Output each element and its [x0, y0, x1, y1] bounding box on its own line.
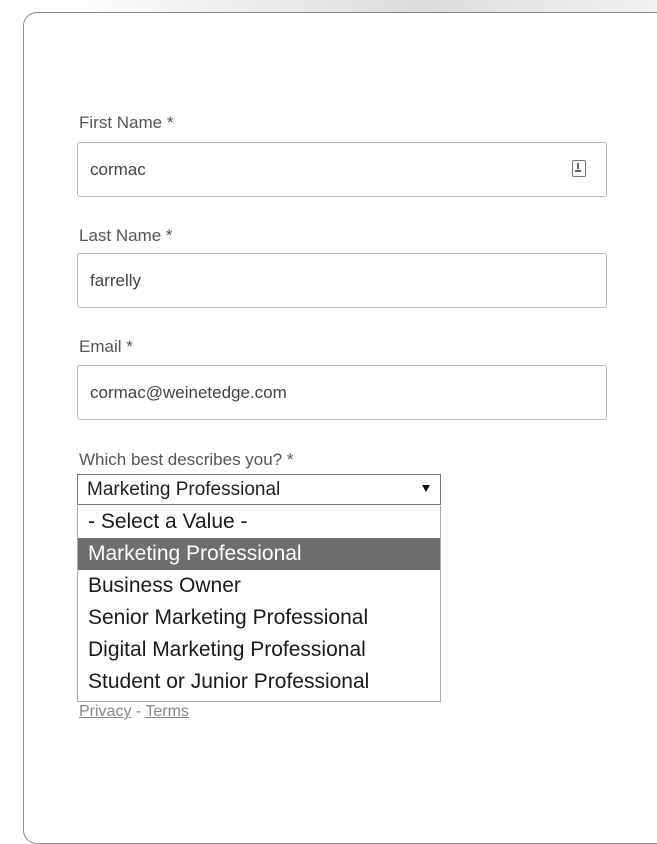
role-selected-value: Marketing Professional [87, 479, 281, 500]
dropdown-option[interactable]: Student or Junior Professional [78, 666, 440, 698]
email-label: Email * [79, 337, 133, 356]
dropdown-option-highlighted[interactable]: Marketing Professional [78, 538, 440, 570]
footer-links: Privacy - Terms [79, 703, 189, 721]
first-name-value: cormac [90, 160, 146, 179]
footer-separator: - [131, 703, 146, 720]
last-name-value: farrelly [90, 271, 142, 290]
dropdown-option[interactable]: Business Owner [78, 570, 440, 602]
last-name-field[interactable]: farrelly [77, 253, 607, 308]
email-field[interactable]: cormac@weinetedge.com [77, 365, 607, 420]
chevron-down-icon [422, 485, 430, 492]
dropdown-option[interactable]: Digital Marketing Professional [78, 634, 440, 666]
dropdown-option[interactable]: - Select a Value - [78, 506, 440, 538]
last-name-label: Last Name * [79, 226, 173, 245]
email-value: cormac@weinetedge.com [90, 383, 287, 402]
role-select[interactable]: Marketing Professional [77, 474, 441, 505]
dropdown-option[interactable]: Senior Marketing Professional [78, 602, 440, 634]
privacy-link[interactable]: Privacy [79, 703, 131, 720]
autofill-icon[interactable] [572, 160, 586, 177]
first-name-label: First Name * [79, 113, 174, 132]
first-name-field[interactable]: cormac [77, 142, 607, 197]
role-label: Which best describes you? * [79, 450, 294, 469]
terms-link[interactable]: Terms [145, 703, 189, 720]
role-dropdown-list[interactable]: - Select a Value - Marketing Professiona… [77, 506, 441, 702]
